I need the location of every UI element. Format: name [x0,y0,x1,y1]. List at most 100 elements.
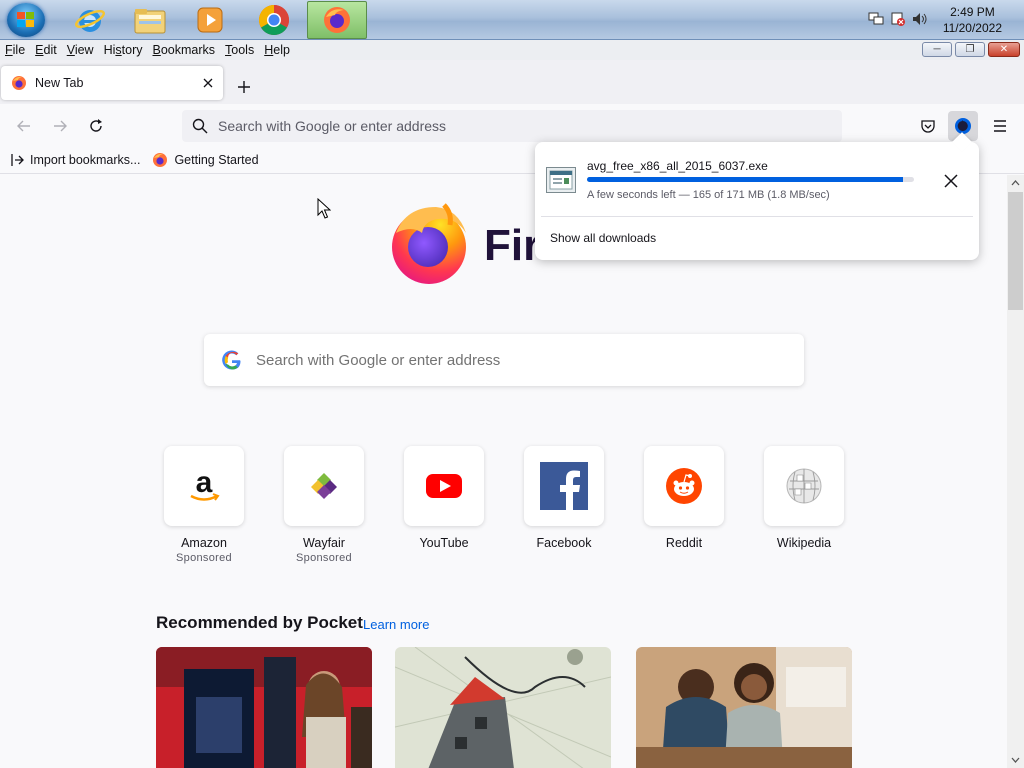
menu-file-label: ile [12,43,26,57]
menu-help-label: elp [273,43,290,57]
menu-history-post: tory [121,43,143,57]
tab-new-tab[interactable]: New Tab [1,66,223,100]
tab-close-button[interactable] [197,72,219,94]
taskbar-explorer[interactable] [121,1,179,39]
top-site-amazon[interactable]: a Amazon Sponsored [164,446,244,564]
pocket-learn-more-link[interactable]: Learn more [363,617,429,632]
taskbar-internet-explorer[interactable] [61,1,119,39]
page-scrollbar[interactable] [1007,175,1024,768]
close-window-button[interactable]: ✕ [988,42,1020,57]
search-icon [192,118,208,134]
firefox-wordmark: Fir [484,221,541,270]
start-button[interactable] [7,3,45,37]
pocket-card-image [636,647,852,768]
plus-icon [238,81,250,93]
scroll-up-button[interactable] [1007,175,1024,191]
chevron-up-icon [1011,180,1020,186]
bookmark-getting-started-label: Getting Started [174,152,259,167]
minimize-button[interactable]: ─ [922,42,952,57]
taskbar-chrome[interactable] [245,1,303,39]
top-site-reddit[interactable]: Reddit [644,446,724,550]
menu-edit-label: dit [43,43,57,57]
menu-history[interactable]: History [99,43,148,57]
wayfair-logo-icon [311,473,337,499]
app-menu-button[interactable] [985,111,1015,141]
bookmark-import-label: Import bookmarks... [30,152,141,167]
tab-strip: New Tab [0,60,1024,104]
network-icon[interactable] [868,12,884,26]
window-app-icon [549,170,573,190]
wikipedia-globe-icon [786,468,822,504]
scrollbar-thumb[interactable] [1008,192,1023,310]
menu-edit-accel: E [35,43,44,57]
top-site-wikipedia[interactable]: Wikipedia [764,446,844,550]
tile-box: a [164,446,244,526]
taskbar-firefox[interactable] [307,1,367,39]
menu-file[interactable]: File [0,43,30,57]
menu-view-label: iew [74,43,94,57]
menu-bookmarks-label: ookmarks [160,43,216,57]
clock[interactable]: 2:49 PM 11/20/2022 [943,4,1002,36]
menu-tools-label: ools [231,43,255,57]
media-player-icon [197,7,223,33]
forward-arrow-icon [54,120,67,132]
top-site-youtube[interactable]: YouTube [404,446,484,550]
pocket-card[interactable] [395,647,611,768]
close-icon [944,174,958,188]
pocket-button[interactable] [913,111,943,141]
menu-tools[interactable]: Tools [220,43,259,57]
tile-box [284,446,364,526]
back-button[interactable] [11,113,37,139]
pocket-card-image [395,647,611,768]
url-bar-placeholder: Search with Google or enter address [218,118,447,134]
tile-label: Wayfair [303,536,345,550]
exe-file-icon [546,167,576,193]
menu-view[interactable]: View [62,43,99,57]
show-all-downloads-button[interactable]: Show all downloads [550,231,656,245]
menu-edit[interactable]: Edit [30,43,62,57]
mouse-cursor-icon [317,198,331,219]
downloads-panel: avg_free_x86_all_2015_6037.exe A few sec… [535,132,979,260]
bookmark-getting-started[interactable]: Getting Started [152,152,259,168]
restore-button[interactable]: ❐ [955,42,985,57]
top-site-facebook[interactable]: Facebook [524,446,604,550]
pocket-heading: Recommended by Pocket [156,613,363,632]
newtab-search-placeholder: Search with Google or enter address [256,351,501,369]
pocket-card[interactable] [636,647,852,768]
folder-icon [134,9,166,34]
reddit-logo-icon [666,468,702,504]
volume-icon[interactable] [912,12,928,26]
menu-bar: File Edit View History Bookmarks Tools H… [0,40,1024,60]
scroll-down-button[interactable] [1007,752,1024,768]
download-progress-bar [587,177,914,182]
download-progress-fill [587,177,903,182]
taskbar-media-player[interactable] [181,1,239,39]
action-center-icon[interactable] [890,12,906,26]
menu-help[interactable]: Help [259,43,295,57]
tile-box [764,446,844,526]
top-site-wayfair[interactable]: Wayfair Sponsored [284,446,364,564]
close-icon [203,78,213,88]
url-bar[interactable]: Search with Google or enter address [182,110,842,142]
cancel-download-button[interactable] [937,167,965,195]
firefox-favicon-icon [153,152,168,167]
clock-date: 11/20/2022 [942,21,1002,35]
pocket-card[interactable] [156,647,372,768]
tile-box [524,446,604,526]
import-icon [11,153,24,166]
reload-icon [90,119,102,132]
tile-label: YouTube [419,536,469,550]
window-controls: ─ ❐ ✕ [922,42,1020,57]
tile-label: Reddit [665,536,703,550]
new-tab-button[interactable] [232,75,256,99]
download-status: A few seconds left — 165 of 171 MB (1.8 … [587,189,830,201]
back-arrow-icon [17,120,30,132]
reload-button[interactable] [83,113,109,139]
menu-bookmarks[interactable]: Bookmarks [148,43,221,57]
newtab-search-box[interactable]: Search with Google or enter address [204,334,804,386]
navigation-toolbar: Search with Google or enter address [0,104,1024,146]
pocket-card-image [156,647,372,768]
bookmark-import[interactable]: Import bookmarks... [10,153,140,167]
new-tab-page: Fir Search with Google or enter address … [0,175,1007,768]
forward-button[interactable] [47,113,73,139]
